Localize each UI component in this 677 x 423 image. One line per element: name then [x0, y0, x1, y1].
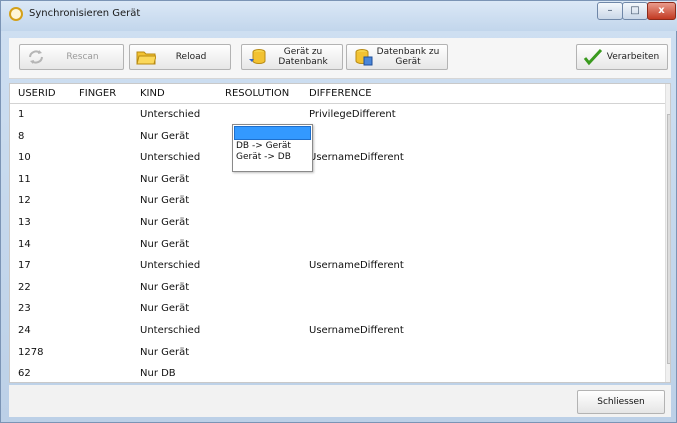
cell-kind: Unterschied — [140, 260, 201, 272]
device-to-db-label: Gerät zu Datenbank — [278, 47, 328, 67]
database-arrow-icon — [248, 48, 268, 66]
dropdown-option-db-to-device[interactable]: DB -> Gerät — [233, 141, 312, 152]
cell-userid: 62 — [18, 368, 31, 380]
cell-difference: UsernameDifferent — [309, 152, 404, 164]
cell-difference: UsernameDifferent — [309, 260, 404, 272]
scrollbar-thumb[interactable] — [667, 114, 670, 364]
cell-kind: Nur DB — [140, 368, 176, 380]
sync-window: Synchronisieren Gerät – □ x Rescan Reloa… — [0, 0, 677, 423]
vertical-scrollbar[interactable] — [665, 84, 670, 382]
table-row[interactable]: 10 Unterschied UsernameDifferent — [10, 148, 665, 170]
cell-kind: Nur Gerät — [140, 130, 190, 142]
maximize-button[interactable]: □ — [622, 2, 648, 20]
table-row[interactable]: 11 Nur Gerät — [10, 170, 665, 192]
device-to-db-button[interactable]: Gerät zu Datenbank — [241, 44, 343, 70]
cell-kind: Nur Gerät — [140, 238, 190, 250]
reload-button[interactable]: Reload — [129, 44, 231, 70]
db-to-device-button[interactable]: Datenbank zu Gerät — [346, 44, 448, 70]
cell-userid: 23 — [18, 303, 31, 315]
close-window-button[interactable]: x — [647, 2, 676, 20]
minimize-button[interactable]: – — [597, 2, 623, 20]
cell-userid: 14 — [18, 238, 31, 250]
grid-header: USERID FINGER KIND RESOLUTION DIFFERENCE — [10, 84, 665, 104]
reload-label: Reload — [175, 52, 207, 62]
cell-userid: 24 — [18, 325, 31, 336]
toolbar: Rescan Reload Gerät zu Datenbank Datenba… — [9, 38, 671, 79]
table-row[interactable]: 17 Unterschied UsernameDifferent — [10, 256, 665, 278]
column-header-finger[interactable]: FINGER — [79, 88, 116, 99]
cell-difference: PrivilegeDifferent — [309, 109, 396, 120]
folder-icon — [136, 48, 157, 66]
sync-grid: USERID FINGER KIND RESOLUTION DIFFERENCE… — [9, 83, 671, 383]
column-header-kind[interactable]: KIND — [140, 88, 165, 99]
table-row[interactable]: 14 Nur Gerät — [10, 235, 665, 257]
cell-userid: 1278 — [18, 346, 44, 358]
resolution-dropdown[interactable]: DB -> Gerät Gerät -> DB — [232, 124, 313, 172]
process-button[interactable]: Verarbeiten — [576, 44, 668, 70]
table-row[interactable]: 12 Nur Gerät — [10, 191, 665, 213]
cell-kind: Nur Gerät — [140, 217, 190, 228]
table-row[interactable]: 24 Unterschied UsernameDifferent — [10, 321, 665, 343]
cell-difference: UsernameDifferent — [309, 325, 404, 336]
cell-kind: Unterschied — [140, 325, 201, 336]
rescan-button[interactable]: Rescan — [19, 44, 124, 70]
cell-userid: 1 — [18, 109, 25, 120]
rescan-label: Rescan — [66, 52, 99, 62]
cell-kind: Nur Gerät — [140, 303, 190, 315]
cell-userid: 10 — [18, 152, 31, 164]
column-header-difference[interactable]: DIFFERENCE — [309, 88, 372, 99]
close-button[interactable]: Schliessen — [577, 390, 665, 414]
cell-kind: Nur Gerät — [140, 281, 190, 293]
database-device-icon — [353, 48, 373, 66]
process-label: Verarbeiten — [606, 52, 660, 62]
cell-userid: 13 — [18, 217, 31, 228]
table-row[interactable]: 62 Nur DB — [10, 364, 665, 382]
table-row[interactable]: 1278 Nur Gerät — [10, 343, 665, 365]
title-bar[interactable]: Synchronisieren Gerät – □ x — [1, 1, 677, 31]
cell-userid: 8 — [18, 130, 25, 142]
column-header-userid[interactable]: USERID — [18, 88, 56, 99]
column-header-resolution[interactable]: RESOLUTION — [225, 88, 289, 99]
cell-userid: 22 — [18, 281, 31, 293]
refresh-icon — [26, 48, 46, 66]
cell-kind: Nur Gerät — [140, 173, 190, 185]
table-row[interactable]: 22 Nur Gerät — [10, 278, 665, 300]
table-row[interactable]: 23 Nur Gerät — [10, 299, 665, 321]
dropdown-option-device-to-db[interactable]: Gerät -> DB — [233, 152, 312, 163]
cell-kind: Unterschied — [140, 152, 201, 164]
cell-kind: Unterschied — [140, 109, 201, 120]
cell-kind: Nur Gerät — [140, 346, 190, 358]
window-title: Synchronisieren Gerät — [29, 8, 141, 19]
cell-userid: 11 — [18, 173, 31, 185]
table-row[interactable]: 8 Nur Gerät — [10, 127, 665, 149]
table-row[interactable]: 13 Nur Gerät — [10, 213, 665, 235]
checkmark-icon — [583, 48, 603, 66]
db-to-device-label: Datenbank zu Gerät — [376, 47, 440, 67]
sync-app-icon — [9, 7, 23, 21]
footer: Schliessen — [9, 385, 671, 417]
cell-kind: Nur Gerät — [140, 195, 190, 207]
table-row[interactable]: 1 Unterschied PrivilegeDifferent — [10, 105, 665, 127]
dropdown-selected-option[interactable] — [234, 126, 311, 140]
cell-userid: 12 — [18, 195, 31, 207]
cell-userid: 17 — [18, 260, 31, 272]
